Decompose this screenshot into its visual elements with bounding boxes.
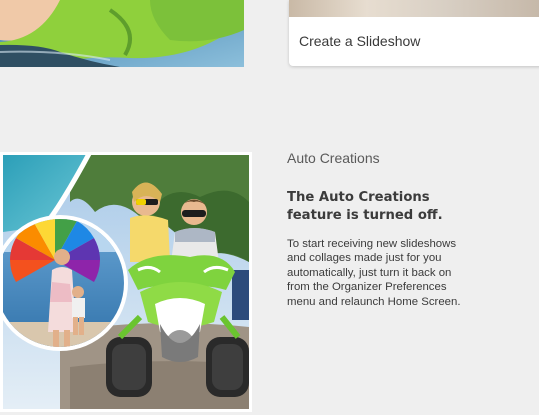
- create-slideshow-card[interactable]: Create a Slideshow: [289, 0, 539, 66]
- auto-creations-heading: The Auto Creations feature is turned off…: [287, 190, 443, 223]
- home-screen: Create a Slideshow Auto Creations The Au…: [0, 0, 539, 415]
- auto-creations-title: Auto Creations: [287, 150, 380, 166]
- child-swimwear-photo: [0, 0, 244, 67]
- slideshow-thumbnail: [289, 0, 539, 17]
- photo-card-top[interactable]: [0, 0, 244, 67]
- collage-image: [0, 150, 252, 412]
- create-slideshow-label: Create a Slideshow: [299, 33, 421, 49]
- auto-collage-preview: [0, 150, 252, 412]
- auto-creations-description: To start receiving new slideshows and co…: [287, 238, 461, 308]
